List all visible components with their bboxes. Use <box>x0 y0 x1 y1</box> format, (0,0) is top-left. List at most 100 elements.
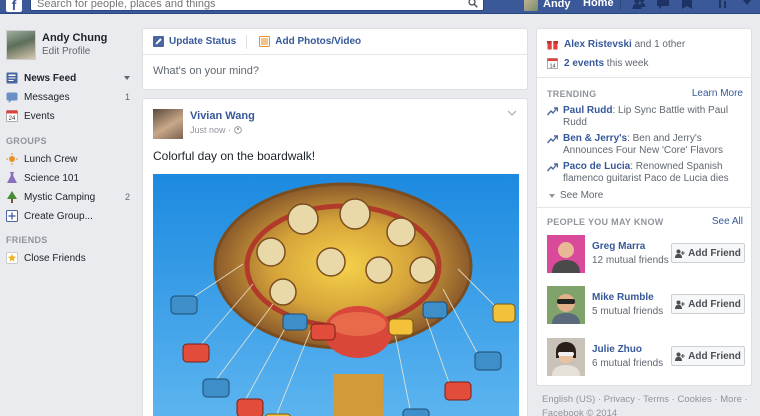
avatar[interactable] <box>547 235 585 273</box>
composer-tabs: Update Status Add Photos/Video <box>143 29 527 55</box>
add-photos-tab[interactable]: Add Photos/Video <box>259 36 361 47</box>
pencil-icon <box>153 36 164 47</box>
notifications-icon[interactable] <box>680 0 694 10</box>
copyright: Facebook © 2014 <box>542 408 618 416</box>
update-status-tab[interactable]: Update Status <box>153 36 236 47</box>
sidebar-item-messages[interactable]: Messages 1 <box>6 89 130 105</box>
calendar-icon: 14 <box>547 58 558 69</box>
search-bar[interactable] <box>30 0 484 11</box>
page-footer: English (US) · Privacy · Terms · Cookies… <box>542 393 752 416</box>
add-friend-button[interactable]: Add Friend <box>671 294 745 314</box>
see-all-link[interactable]: See All <box>712 216 743 227</box>
friends-heading: FRIENDS <box>6 235 48 245</box>
mutual-friends-count[interactable]: 12 mutual friends <box>592 255 669 266</box>
right-sidebar: Alex Ristevski and 1 other 14 2 events t… <box>536 28 753 386</box>
sidebar-item-science-101[interactable]: Science 101 <box>6 170 130 186</box>
sidebar-item-lunch-crew[interactable]: Lunch Crew <box>6 151 130 167</box>
trend-topic[interactable]: Paul Rudd <box>563 105 612 116</box>
sidebar-item-create-group[interactable]: Create Group... <box>6 208 130 224</box>
trending-item[interactable]: Paco de Lucia: Renowned Spanish flamenco… <box>547 161 745 185</box>
sidebar-item-label: Close Friends <box>24 252 86 264</box>
suggested-person-name[interactable]: Greg Marra <box>592 241 645 252</box>
search-icon[interactable] <box>468 0 478 8</box>
suggested-person-name[interactable]: Mike Rumble <box>592 292 654 303</box>
button-label: Add Friend <box>688 350 741 362</box>
button-label: Add Friend <box>688 247 741 259</box>
messages-icon <box>6 92 18 103</box>
avatar <box>524 0 538 11</box>
svg-text:14: 14 <box>549 64 555 70</box>
add-friend-icon <box>675 300 685 309</box>
mutual-friends-count[interactable]: 5 mutual friends <box>592 306 663 317</box>
sidebar-item-close-friends[interactable]: Close Friends <box>6 250 130 266</box>
facebook-logo[interactable]: f <box>6 0 22 13</box>
carousel-photo <box>153 174 519 416</box>
privacy-icon[interactable] <box>716 0 730 10</box>
sidebar-item-label: Mystic Camping <box>24 191 96 203</box>
audience-icon[interactable] <box>233 126 242 134</box>
post-header: Vivian Wang Just now · <box>153 109 255 139</box>
avatar[interactable] <box>153 109 183 139</box>
search-input[interactable] <box>31 0 451 10</box>
trending-item[interactable]: Ben & Jerry's: Ben and Jerry's Announces… <box>547 133 745 157</box>
flask-icon <box>7 172 17 183</box>
status-input[interactable]: What's on your mind? <box>143 55 527 87</box>
people-you-may-know-heading: PEOPLE YOU MAY KNOW <box>547 217 664 227</box>
unread-count-badge: 1 <box>124 92 130 102</box>
divider <box>246 34 248 49</box>
events-reminder[interactable]: 14 2 events this week <box>547 58 649 69</box>
settings-icon[interactable] <box>740 0 754 10</box>
divider <box>620 0 621 10</box>
top-navigation-bar: f Andy Home <box>0 0 760 14</box>
profile-link[interactable]: Andy <box>524 0 571 11</box>
mutual-friends-count[interactable]: 6 mutual friends <box>592 358 663 369</box>
trending-heading: TRENDING <box>547 89 597 99</box>
avatar[interactable] <box>547 338 585 376</box>
post-timestamp[interactable]: Just now · <box>190 125 255 135</box>
birthday-reminder[interactable]: Alex Ristevski and 1 other <box>547 39 685 50</box>
button-label: Add Friend <box>688 298 741 310</box>
avatar[interactable] <box>6 30 36 60</box>
unread-count-badge: 2 <box>124 192 130 202</box>
add-friend-icon <box>675 352 685 361</box>
star-icon <box>6 252 18 264</box>
tree-icon <box>7 191 17 203</box>
see-more-label: See More <box>560 190 604 201</box>
friend-requests-icon[interactable] <box>632 0 646 10</box>
see-more-trends-link[interactable]: See More <box>549 190 603 201</box>
footer-links[interactable]: English (US) · Privacy · Terms · Cookies… <box>542 393 752 407</box>
tab-label: Update Status <box>169 36 237 47</box>
tab-label: Add Photos/Video <box>275 36 362 47</box>
sidebar-item-events[interactable]: 24 Events <box>6 108 130 124</box>
home-link[interactable]: Home <box>583 0 614 9</box>
add-friend-button[interactable]: Add Friend <box>671 346 745 366</box>
chevron-down-icon[interactable] <box>124 76 130 80</box>
avatar[interactable] <box>547 286 585 324</box>
sidebar-item-label: News Feed <box>24 72 77 84</box>
birthday-name[interactable]: Alex Ristevski <box>564 39 632 50</box>
photo-icon <box>259 36 271 47</box>
post-photo[interactable] <box>153 174 519 416</box>
messages-icon[interactable] <box>656 0 670 10</box>
trend-topic[interactable]: Ben & Jerry's <box>563 133 627 144</box>
profile-name: Andy <box>543 0 571 10</box>
suggested-person-name[interactable]: Julie Zhuo <box>592 344 642 355</box>
sidebar-item-label: Science 101 <box>24 172 80 184</box>
add-friend-button[interactable]: Add Friend <box>671 243 745 263</box>
trending-arrow-icon <box>547 135 558 144</box>
news-feed-icon <box>6 72 18 84</box>
groups-heading: GROUPS <box>6 136 47 146</box>
trend-topic[interactable]: Paco de Lucia <box>563 161 630 172</box>
divider <box>537 207 753 208</box>
edit-profile-link[interactable]: Edit Profile <box>42 46 107 57</box>
trending-item[interactable]: Paul Rudd: Lip Sync Battle with Paul Rud… <box>547 105 745 129</box>
post-author-name[interactable]: Vivian Wang <box>190 110 255 122</box>
sidebar-item-mystic-camping[interactable]: Mystic Camping 2 <box>6 189 130 205</box>
friend-suggestion: Greg Marra 12 mutual friends Add Friend <box>547 235 745 275</box>
profile-name[interactable]: Andy Chung <box>42 32 107 44</box>
profile-summary[interactable]: Andy Chung Edit Profile <box>6 30 107 60</box>
sidebar-item-news-feed[interactable]: News Feed <box>6 70 130 86</box>
events-count[interactable]: 2 events <box>564 58 604 69</box>
chevron-down-icon[interactable] <box>507 109 517 117</box>
learn-more-link[interactable]: Learn More <box>692 88 743 99</box>
